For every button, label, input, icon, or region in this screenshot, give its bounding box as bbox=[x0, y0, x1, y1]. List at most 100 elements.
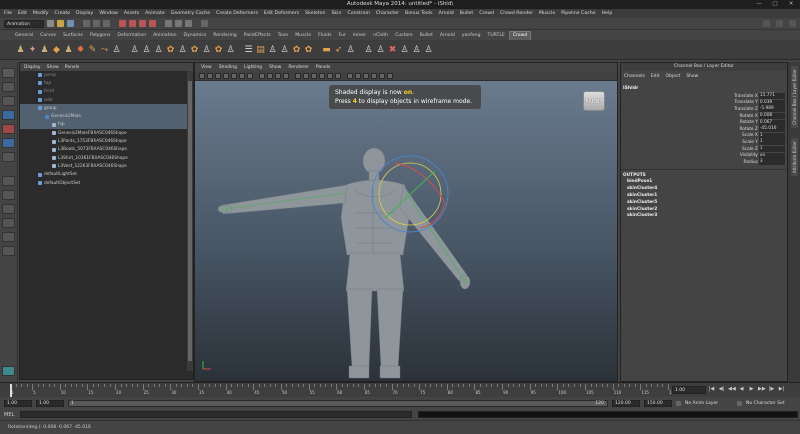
tab-bullet[interactable]: Bullet bbox=[417, 32, 436, 40]
channel-menu-channels[interactable]: Channels bbox=[624, 74, 645, 79]
layout-graph-icon[interactable] bbox=[2, 232, 15, 242]
character-scene[interactable] bbox=[195, 63, 618, 382]
menu-edit-deformers[interactable]: Edit Deformers bbox=[264, 11, 299, 16]
outliner-item[interactable]: defaultObjectSet bbox=[20, 179, 193, 187]
playback-end-field[interactable]: 120.00 bbox=[612, 399, 640, 407]
range-bar[interactable]: 1 120 bbox=[68, 399, 608, 407]
tab-rendering[interactable]: Rendering bbox=[210, 32, 239, 40]
rotate-tool-icon[interactable] bbox=[2, 124, 15, 134]
channel-row-rotate-y[interactable]: Rotate Y 0.067 bbox=[621, 119, 787, 126]
menu-modify[interactable]: Modify bbox=[33, 11, 49, 16]
outliner-item[interactable]: L3Vest_12263FBXASC046Shape bbox=[20, 162, 193, 170]
ipr-render-icon[interactable] bbox=[175, 20, 182, 27]
output-node[interactable]: skinCluster5 bbox=[621, 200, 787, 207]
tab-painteffects[interactable]: PaintEffects bbox=[241, 32, 274, 40]
crowd-behavior-icon[interactable]: ✿ bbox=[292, 44, 301, 56]
channel-value-field[interactable]: -45.016 bbox=[758, 126, 785, 133]
outliner-menu-panels[interactable]: Panels bbox=[65, 65, 79, 70]
outliner-item[interactable]: L3Boots_5073FBXASC046Shape bbox=[20, 146, 193, 154]
tab-polygons[interactable]: Polygons bbox=[87, 32, 113, 40]
crowd-agent-icon[interactable]: ♙ bbox=[178, 44, 187, 56]
tab-channel-box[interactable]: Channel Box / Layer Editor bbox=[790, 66, 798, 128]
output-node[interactable]: skinCluster1 bbox=[621, 193, 787, 200]
snap-point-icon[interactable] bbox=[139, 20, 146, 27]
move-tool-icon[interactable] bbox=[2, 110, 15, 120]
command-input[interactable] bbox=[20, 411, 413, 418]
layout-two-icon[interactable] bbox=[2, 204, 15, 214]
input-field-icon[interactable] bbox=[201, 20, 208, 27]
menu-skin[interactable]: Skin bbox=[331, 11, 341, 16]
crowd-agent-icon[interactable]: ♟ bbox=[64, 44, 73, 56]
outliner-menu-display[interactable]: Display bbox=[24, 65, 41, 70]
outliner-item[interactable]: L3Pants_1753FBXASC046Shape bbox=[20, 137, 193, 145]
channel-value-field[interactable]: 0.039 bbox=[758, 99, 785, 106]
menu-window[interactable]: Window bbox=[99, 11, 117, 16]
play-forward-icon[interactable]: ▶ bbox=[748, 386, 755, 392]
crowd-agent-icon[interactable]: ♙ bbox=[226, 44, 235, 56]
crowd-motion-icon[interactable]: ➶ bbox=[334, 44, 343, 56]
menu-character[interactable]: Character bbox=[376, 11, 399, 16]
crowd-agent-icon[interactable]: ♙ bbox=[424, 44, 433, 56]
outliner-item[interactable]: front bbox=[20, 88, 193, 96]
go-to-start-icon[interactable]: |◀ bbox=[708, 386, 715, 392]
play-backward-icon[interactable]: ◀ bbox=[738, 386, 745, 392]
channel-menu-edit[interactable]: Edit bbox=[651, 74, 660, 79]
go-to-end-icon[interactable]: ▶| bbox=[778, 386, 785, 392]
scrollbar-thumb[interactable] bbox=[188, 81, 192, 361]
menu-crowd-render[interactable]: Crowd Render bbox=[500, 11, 533, 16]
channel-row-visibility[interactable]: Visibility on bbox=[621, 152, 787, 159]
select-component-icon[interactable] bbox=[103, 20, 110, 27]
select-tool-icon[interactable] bbox=[2, 68, 15, 78]
select-hierarchy-icon[interactable] bbox=[83, 20, 90, 27]
tab-curves[interactable]: Curves bbox=[37, 32, 59, 40]
lasso-tool-icon[interactable] bbox=[2, 82, 15, 92]
channel-menu-show[interactable]: Show bbox=[686, 74, 698, 79]
step-back-key-icon[interactable]: ◀| bbox=[718, 386, 725, 392]
crowd-agent-icon[interactable]: ♙ bbox=[400, 44, 409, 56]
tab-fur[interactable]: Fur bbox=[336, 32, 349, 40]
layout-hypershade-icon[interactable] bbox=[2, 246, 15, 256]
start-time-field[interactable]: 1.00 bbox=[4, 399, 32, 407]
tab-custom[interactable]: Custom bbox=[392, 32, 416, 40]
crowd-agent-icon[interactable]: ♙ bbox=[202, 44, 211, 56]
channel-value-field[interactable]: 0.067 bbox=[758, 119, 785, 126]
crowd-agent-icon[interactable]: ♙ bbox=[346, 44, 355, 56]
outliner-scrollbar[interactable] bbox=[187, 71, 193, 371]
character-set-dropdown[interactable]: No Character Set bbox=[746, 401, 785, 406]
tab-yanfeng[interactable]: yanfeng bbox=[459, 32, 484, 40]
crowd-behavior-icon[interactable]: ✿ bbox=[190, 44, 199, 56]
tab-ncloth[interactable]: nCloth bbox=[370, 32, 391, 40]
menu-arnold[interactable]: Arnold bbox=[439, 11, 454, 16]
crowd-agent-icon[interactable]: ♙ bbox=[376, 44, 385, 56]
tab-fluids[interactable]: Fluids bbox=[315, 32, 334, 40]
playback-start-field[interactable]: 1.00 bbox=[36, 399, 64, 407]
channel-row-rotate-x[interactable]: Rotate X 0.008 bbox=[621, 113, 787, 120]
paint-select-tool-icon[interactable] bbox=[2, 96, 15, 106]
step-back-frame-icon[interactable]: ◀◀ bbox=[728, 386, 736, 392]
crowd-agent-icon[interactable]: ♟ bbox=[40, 44, 49, 56]
menu-animate[interactable]: Animate bbox=[145, 11, 165, 16]
channel-value-field[interactable]: 1 bbox=[758, 139, 785, 146]
crowd-group-icon[interactable]: ♙ bbox=[130, 44, 139, 56]
tab-deformation[interactable]: Deformation bbox=[114, 32, 149, 40]
menu-set-dropdown[interactable]: Animation bbox=[4, 19, 44, 28]
command-language-label[interactable]: MEL bbox=[4, 412, 14, 418]
menu-assets[interactable]: Assets bbox=[124, 11, 139, 16]
maximize-button[interactable]: □ bbox=[770, 0, 780, 9]
outliner-menu-show[interactable]: Show bbox=[47, 65, 59, 70]
menu-geometry-cache[interactable]: Geometry Cache bbox=[171, 11, 210, 16]
menu-create[interactable]: Create bbox=[54, 11, 70, 16]
anim-layer-dropdown[interactable]: No Anim Layer bbox=[685, 401, 733, 406]
layout-outliner-icon[interactable] bbox=[2, 218, 15, 228]
crowd-preview-icon[interactable] bbox=[2, 366, 15, 376]
crowd-brush-icon[interactable]: ✎ bbox=[88, 44, 97, 56]
channel-value-field[interactable]: 0.008 bbox=[758, 113, 785, 120]
outliner-item[interactable]: top bbox=[20, 79, 193, 87]
output-node[interactable]: skinCluster4 bbox=[621, 186, 787, 193]
tab-attribute-editor[interactable]: Attribute Editor bbox=[790, 137, 798, 176]
menu-file[interactable]: File bbox=[4, 11, 12, 16]
crowd-agent-icon[interactable]: ♙ bbox=[280, 44, 289, 56]
crowd-agent-icon[interactable]: ♙ bbox=[268, 44, 277, 56]
crowd-agent-icon[interactable]: ♙ bbox=[364, 44, 373, 56]
menu-create-deformers[interactable]: Create Deformers bbox=[216, 11, 258, 16]
